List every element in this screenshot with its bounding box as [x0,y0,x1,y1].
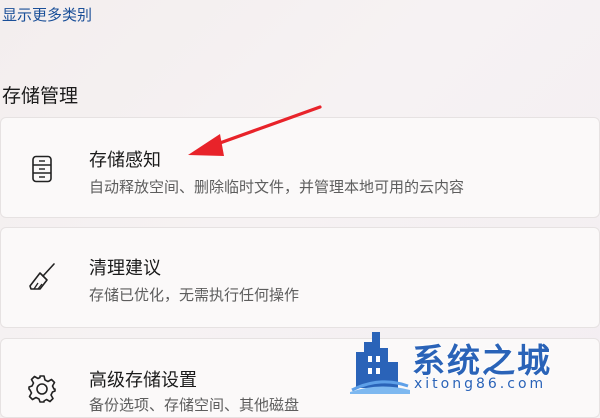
watermark: 系统之城 xitong86.com [342,326,600,399]
card-title: 存储感知 [89,150,161,171]
storage-sense-card[interactable]: 存储感知 自动释放空间、删除临时文件，并管理本地可用的云内容 [0,117,600,218]
cleanup-recommendations-card[interactable]: 清理建议 存储已优化，无需执行任何操作 [0,227,600,328]
card-description: 备份选项、存储空间、其他磁盘 [89,396,300,414]
watermark-title: 系统之城 [412,341,552,380]
city-logo-icon [350,328,410,398]
show-more-categories-link[interactable]: 显示更多类别 [2,4,92,25]
card-title: 清理建议 [89,258,161,279]
card-description: 存储已优化，无需执行任何操作 [89,286,300,304]
card-title: 高级存储设置 [89,370,197,391]
section-title: 存储管理 [2,85,79,107]
gear-icon [27,374,57,404]
watermark-url: xitong86.com [414,376,547,392]
storage-drive-icon [27,154,57,184]
broom-icon [27,262,57,292]
card-description: 自动释放空间、删除临时文件，并管理本地可用的云内容 [89,178,465,196]
